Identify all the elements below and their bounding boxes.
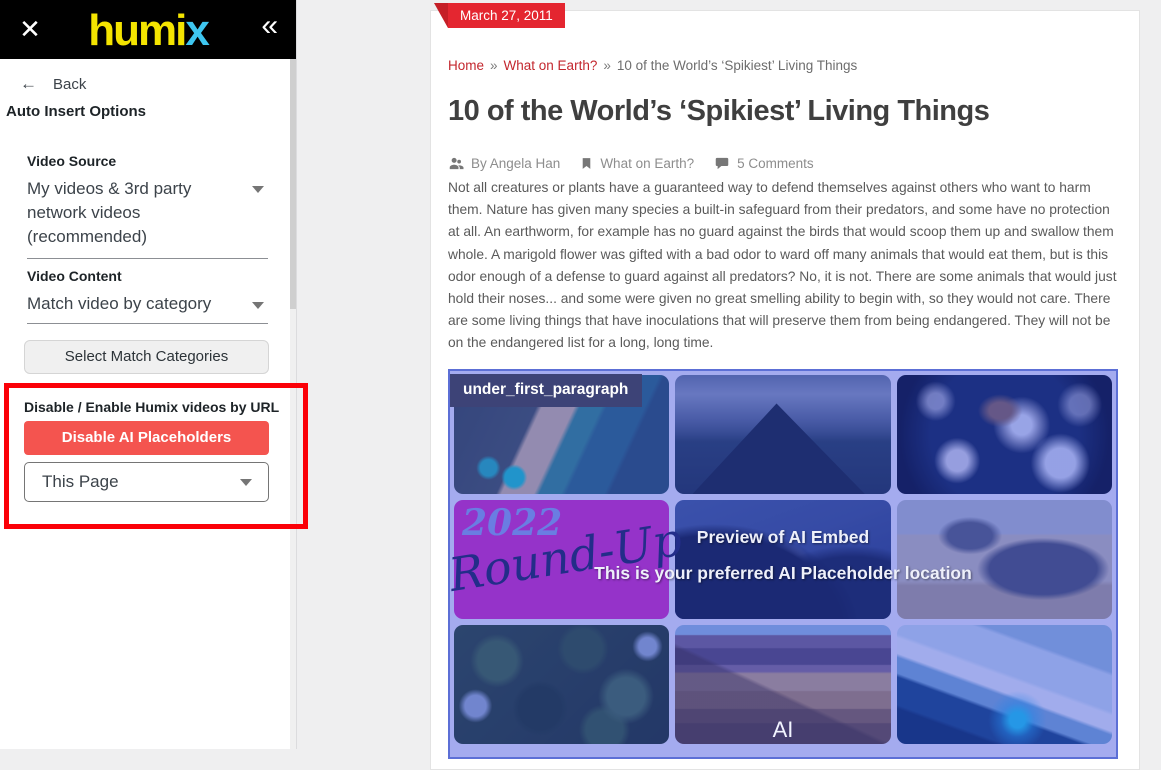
embed-preview-heading: Preview of AI Embed: [450, 527, 1116, 548]
humix-sidebar-panel: ✕ humix « ← Back Auto Insert Options Vide…: [0, 0, 297, 749]
placeholder-location-badge: under_first_paragraph: [450, 374, 642, 407]
collapse-sidebar-icon[interactable]: «: [261, 9, 278, 43]
disable-ai-placeholders-button[interactable]: Disable AI Placeholders: [24, 421, 269, 455]
video-content-label: Video Content: [27, 268, 122, 284]
disable-enable-url-label: Disable / Enable Humix videos by URL: [24, 399, 279, 415]
ai-watermark-label: AI: [450, 717, 1116, 743]
bookmark-icon: [580, 156, 593, 171]
video-source-value: My videos & 3rd party network videos (re…: [27, 177, 222, 249]
breadcrumb-home-link[interactable]: Home: [448, 58, 484, 73]
video-source-select[interactable]: My videos & 3rd party network videos (re…: [27, 177, 268, 259]
users-icon: [448, 156, 464, 171]
author-link[interactable]: By Angela Han: [448, 156, 560, 171]
back-button[interactable]: ← Back: [20, 74, 86, 94]
author-name: By Angela Han: [471, 156, 560, 171]
sidebar-header: ✕ humix «: [0, 0, 296, 59]
video-source-label: Video Source: [27, 153, 116, 169]
post-date-ribbon: March 27, 2011: [448, 3, 565, 28]
chevron-down-icon: [252, 302, 264, 309]
video-content-select[interactable]: Match video by category: [27, 293, 268, 324]
category-link[interactable]: What on Earth?: [580, 156, 694, 171]
humix-logo: humix: [0, 6, 296, 56]
chevron-down-icon: [240, 479, 252, 486]
breadcrumb: Home » What on Earth? » 10 of the World’s ‘S…: [448, 58, 857, 73]
breadcrumb-separator-icon: »: [603, 58, 611, 73]
select-match-categories-button[interactable]: Select Match Categories: [24, 340, 269, 374]
chevron-down-icon: [252, 186, 264, 193]
back-arrow-icon: ←: [20, 74, 37, 94]
breadcrumb-current-page: 10 of the World’s ‘Spikiest’ Living Thin…: [617, 58, 857, 73]
panel-title: Auto Insert Options: [6, 103, 146, 120]
comment-icon: [714, 156, 730, 171]
category-name: What on Earth?: [600, 156, 694, 171]
sidebar-scrollbar-thumb[interactable]: [290, 59, 296, 309]
sidebar-scrollbar-track: [290, 59, 296, 749]
page-scope-select[interactable]: This Page: [24, 462, 269, 502]
post-content-card: March 27, 2011 Home»What on Earth?»10 of…: [430, 10, 1140, 770]
comments-link[interactable]: 5 Comments: [714, 156, 814, 171]
page-scope-value: This Page: [42, 472, 119, 491]
comments-count: 5 Comments: [737, 156, 814, 171]
embed-preview-subheading: This is your preferred AI Placeholder lo…: [450, 563, 1116, 584]
post-body-paragraph: Not all creatures or plants have a guara…: [448, 177, 1118, 355]
logo-accent: x: [185, 6, 207, 55]
post-title: 10 of the World’s ‘Spikiest’ Living Thin…: [448, 95, 1128, 128]
post-meta-byline: By Angela Han What on Earth? 5 Comments: [448, 156, 826, 171]
ai-embed-preview: 2022 Round-Up under_first_paragraph Prev…: [448, 369, 1118, 759]
breadcrumb-separator-icon: »: [490, 58, 498, 73]
breadcrumb-category-link[interactable]: What on Earth?: [504, 58, 598, 73]
back-label: Back: [53, 76, 86, 93]
logo-text: humi: [88, 6, 185, 55]
video-content-value: Match video by category: [27, 293, 268, 315]
